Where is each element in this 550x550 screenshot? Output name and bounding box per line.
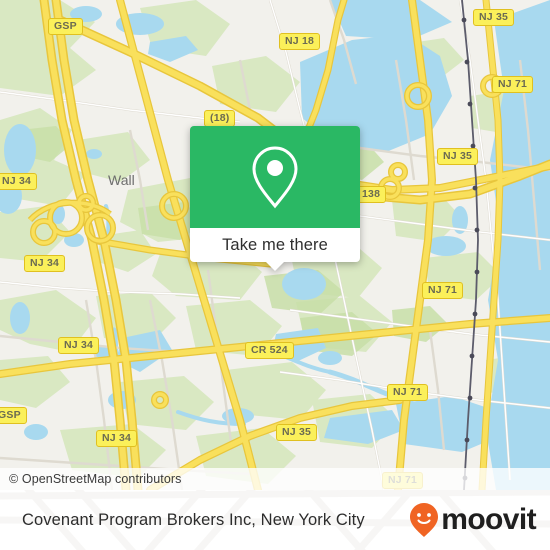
road-shield-nj34-3: NJ 34 (58, 337, 100, 354)
callout-pointer-arrow (265, 261, 285, 271)
road-shield-gsp-2: GSP (0, 407, 27, 424)
road-shield-nj18: NJ 18 (279, 33, 321, 50)
road-shield-cr524: CR 524 (245, 342, 294, 359)
road-shield-nj71-3: NJ 71 (387, 384, 429, 401)
road-shield-138: 138 (356, 186, 387, 203)
location-pin-icon (252, 146, 298, 209)
location-callout[interactable]: Take me there (190, 126, 360, 271)
moovit-brand[interactable]: moovit (409, 502, 537, 538)
road-shield-18: (18) (204, 110, 236, 127)
attribution-text: © OpenStreetMap contributors (9, 472, 182, 486)
road-shield-nj35-2: NJ 35 (437, 148, 479, 165)
road-shield-nj34-4: NJ 34 (96, 430, 138, 447)
map-attribution: © OpenStreetMap contributors (0, 468, 550, 490)
road-shield-gsp: GSP (48, 18, 83, 35)
map-screenshot-root: Wall GSP NJ 18 NJ 35 NJ 71 (18) NJ 35 NJ… (0, 0, 550, 550)
callout-header (190, 126, 360, 228)
road-shield-nj71: NJ 71 (492, 76, 534, 93)
moovit-wordmark: moovit (441, 503, 536, 536)
road-shield-nj35-3: NJ 35 (276, 424, 318, 441)
road-shield-nj35: NJ 35 (473, 9, 515, 26)
road-shield-nj34-2: NJ 34 (24, 255, 66, 272)
road-shield-nj71-2: NJ 71 (422, 282, 464, 299)
map-canvas[interactable]: Wall GSP NJ 18 NJ 35 NJ 71 (18) NJ 35 NJ… (0, 0, 550, 490)
callout-action-label: Take me there (222, 235, 328, 254)
place-label-wall: Wall (108, 172, 135, 188)
road-shield-nj34: NJ 34 (0, 173, 38, 190)
footer-bar: Covenant Program Brokers Inc, New York C… (0, 490, 550, 550)
callout-action[interactable]: Take me there (190, 228, 360, 271)
moovit-smiley-pin-icon (410, 503, 439, 537)
page-title: Covenant Program Brokers Inc, New York C… (22, 510, 365, 529)
